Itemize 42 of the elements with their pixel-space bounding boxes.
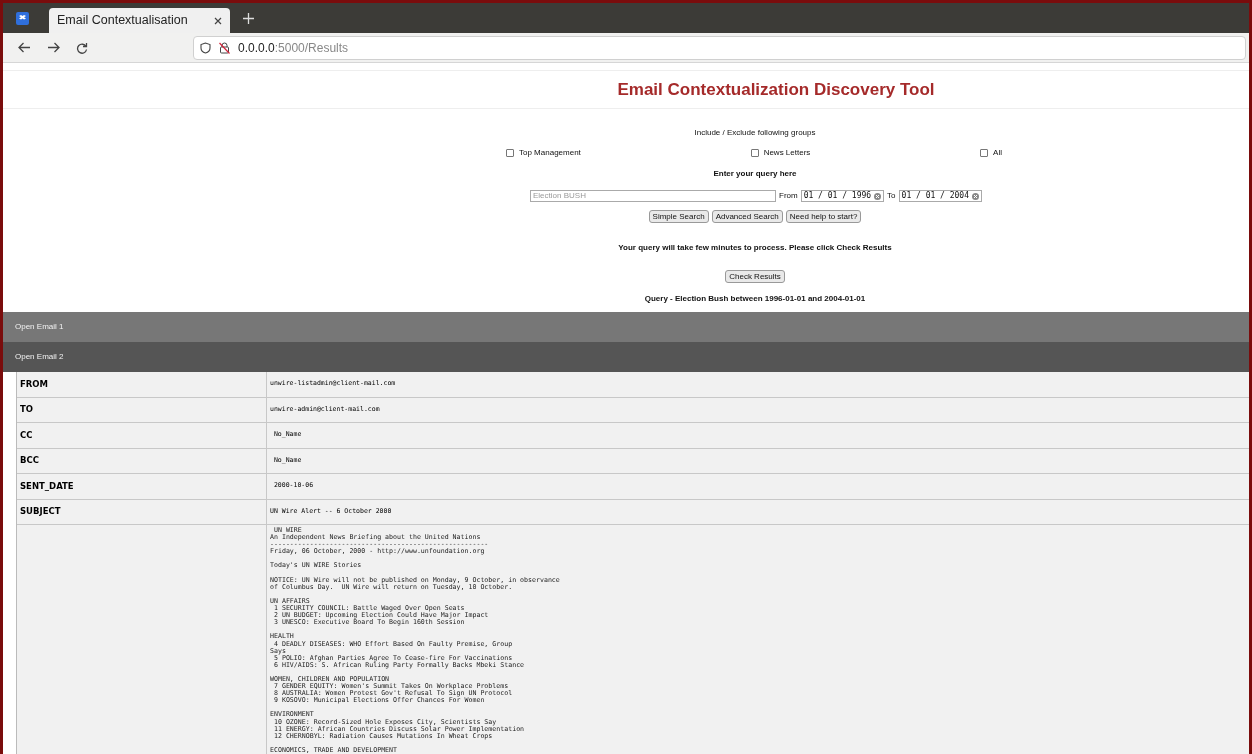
clear-icon[interactable] xyxy=(874,192,882,200)
clear-icon[interactable] xyxy=(972,192,979,200)
field-label: SENT_DATE xyxy=(17,474,267,499)
to-label: To xyxy=(887,190,896,202)
checkbox-label: News Letters xyxy=(763,147,811,159)
date-field[interactable]: 01 / 01 / 1996 xyxy=(800,190,885,202)
notice-text: Your query will take few minutes to process. Please click Check Results xyxy=(618,243,892,252)
accordion-header[interactable]: Open Email 1 xyxy=(3,312,1249,342)
checkbox-label: All xyxy=(993,147,1002,159)
close-icon[interactable] xyxy=(214,16,222,25)
forward-icon[interactable] xyxy=(47,42,60,53)
browser-tab[interactable]: Email Contextualisation xyxy=(49,8,230,33)
field-label: SUBJECT xyxy=(17,499,267,524)
tab-title: Email Contextualisation xyxy=(57,12,188,30)
search-button[interactable]: Advanced Search xyxy=(711,210,783,223)
field-label: BCC xyxy=(17,448,267,473)
app-icon[interactable] xyxy=(16,11,29,25)
date-field[interactable]: 01 / 01 / 2004 xyxy=(898,190,982,202)
field-label: CC xyxy=(17,423,267,448)
reload-icon[interactable] xyxy=(76,41,88,54)
groups-label: Include / Exclude following groups xyxy=(694,128,816,137)
check-results-button[interactable]: Check Results xyxy=(725,270,785,283)
checkbox[interactable] xyxy=(506,149,514,157)
back-icon[interactable] xyxy=(18,42,31,53)
query-summary: Query - Election Bush between 1996-01-01 and 2004-01-01 xyxy=(644,294,866,303)
checkbox-label: Top Management xyxy=(519,147,581,159)
checkbox[interactable] xyxy=(750,149,759,157)
url-text: 0.0.0.0:5000/Results xyxy=(238,39,349,57)
new-tab-icon[interactable] xyxy=(243,12,254,24)
search-button[interactable]: Simple Search xyxy=(648,210,709,223)
field-label: TO xyxy=(17,397,267,422)
search-field[interactable]: Election BUSH xyxy=(530,190,776,202)
field-label: FROM xyxy=(17,372,267,397)
insecure-lock-icon xyxy=(219,41,230,54)
shield-icon xyxy=(200,41,211,54)
accordion-header[interactable]: Open Email 2 xyxy=(3,342,1249,372)
page-title: Email Contextualization Discovery Tool xyxy=(616,78,935,101)
query-label: Enter your query here xyxy=(713,169,797,178)
search-button[interactable]: Need help to start? xyxy=(785,210,862,223)
checkbox[interactable] xyxy=(980,149,989,157)
address-bar[interactable]: 0.0.0.0:5000/Results xyxy=(193,35,1246,60)
from-label: From xyxy=(779,190,798,202)
